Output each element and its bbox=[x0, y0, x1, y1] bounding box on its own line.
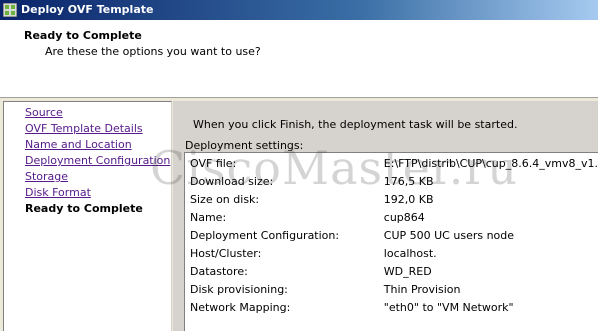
table-row: Network Mapping: "eth0" to "VM Network" bbox=[190, 299, 598, 317]
setting-value: cup864 bbox=[383, 211, 425, 224]
setting-key: Host/Cluster: bbox=[190, 247, 262, 260]
table-row: Size on disk: 192,0 KB bbox=[190, 191, 598, 209]
settings-label: Deployment settings: bbox=[185, 139, 304, 152]
intro-text: When you click Finish, the deployment ta… bbox=[193, 118, 518, 131]
sidebar-item-source[interactable]: Source bbox=[25, 105, 170, 121]
window-titlebar[interactable]: Deploy OVF Template bbox=[0, 0, 598, 20]
sidebar-item-deployment-configuration[interactable]: Deployment Configuration bbox=[25, 153, 170, 169]
wizard-steps-sidebar: Source OVF Template Details Name and Loc… bbox=[3, 101, 172, 331]
table-row: Disk provisioning: Thin Provision bbox=[190, 281, 598, 299]
setting-value: 176,5 KB bbox=[383, 175, 434, 188]
window-title: Deploy OVF Template bbox=[21, 3, 154, 16]
wizard-steps-list: Source OVF Template Details Name and Loc… bbox=[25, 105, 170, 217]
setting-key: Download size: bbox=[190, 175, 274, 188]
sidebar-item-storage[interactable]: Storage bbox=[25, 169, 170, 185]
settings-list-box[interactable]: OVF file: E:\FTP\distrib\CUP\cup_8.6.4_v… bbox=[184, 152, 598, 331]
table-row: Datastore: WD_RED bbox=[190, 263, 598, 281]
setting-value: CUP 500 UC users node bbox=[383, 229, 515, 242]
table-row: Name: cup864 bbox=[190, 209, 598, 227]
sidebar-item-ovf-template-details[interactable]: OVF Template Details bbox=[25, 121, 170, 137]
setting-value: 192,0 KB bbox=[383, 193, 434, 206]
setting-key: Size on disk: bbox=[190, 193, 260, 206]
vsphere-logo-icon bbox=[2, 2, 18, 18]
sidebar-item-disk-format[interactable]: Disk Format bbox=[25, 185, 170, 201]
settings-table: OVF file: E:\FTP\distrib\CUP\cup_8.6.4_v… bbox=[190, 155, 598, 317]
setting-value: "eth0" to "VM Network" bbox=[383, 301, 514, 314]
setting-value: E:\FTP\distrib\CUP\cup_8.6.4_vmv8_v1. bbox=[383, 157, 598, 170]
setting-key: Datastore: bbox=[190, 265, 248, 278]
table-row: Host/Cluster: localhost. bbox=[190, 245, 598, 263]
table-row: Deployment Configuration: CUP 500 UC use… bbox=[190, 227, 598, 245]
page-subtitle: Are these the options you want to use? bbox=[45, 45, 261, 58]
setting-value: localhost. bbox=[383, 247, 437, 260]
page-title: Ready to Complete bbox=[24, 29, 142, 42]
setting-value: Thin Provision bbox=[383, 283, 461, 296]
main-content: When you click Finish, the deployment ta… bbox=[173, 101, 598, 331]
setting-key: Disk provisioning: bbox=[190, 283, 288, 296]
sidebar-item-name-and-location[interactable]: Name and Location bbox=[25, 137, 170, 153]
table-row: OVF file: E:\FTP\distrib\CUP\cup_8.6.4_v… bbox=[190, 155, 598, 173]
setting-key: OVF file: bbox=[190, 157, 237, 170]
setting-key: Network Mapping: bbox=[190, 301, 291, 314]
setting-key: Deployment Configuration: bbox=[190, 229, 340, 242]
setting-key: Name: bbox=[190, 211, 227, 224]
setting-value: WD_RED bbox=[383, 265, 432, 278]
wizard-header: Ready to Complete Are these the options … bbox=[0, 20, 598, 98]
sidebar-item-ready-to-complete: Ready to Complete bbox=[25, 202, 143, 215]
table-row: Download size: 176,5 KB bbox=[190, 173, 598, 191]
